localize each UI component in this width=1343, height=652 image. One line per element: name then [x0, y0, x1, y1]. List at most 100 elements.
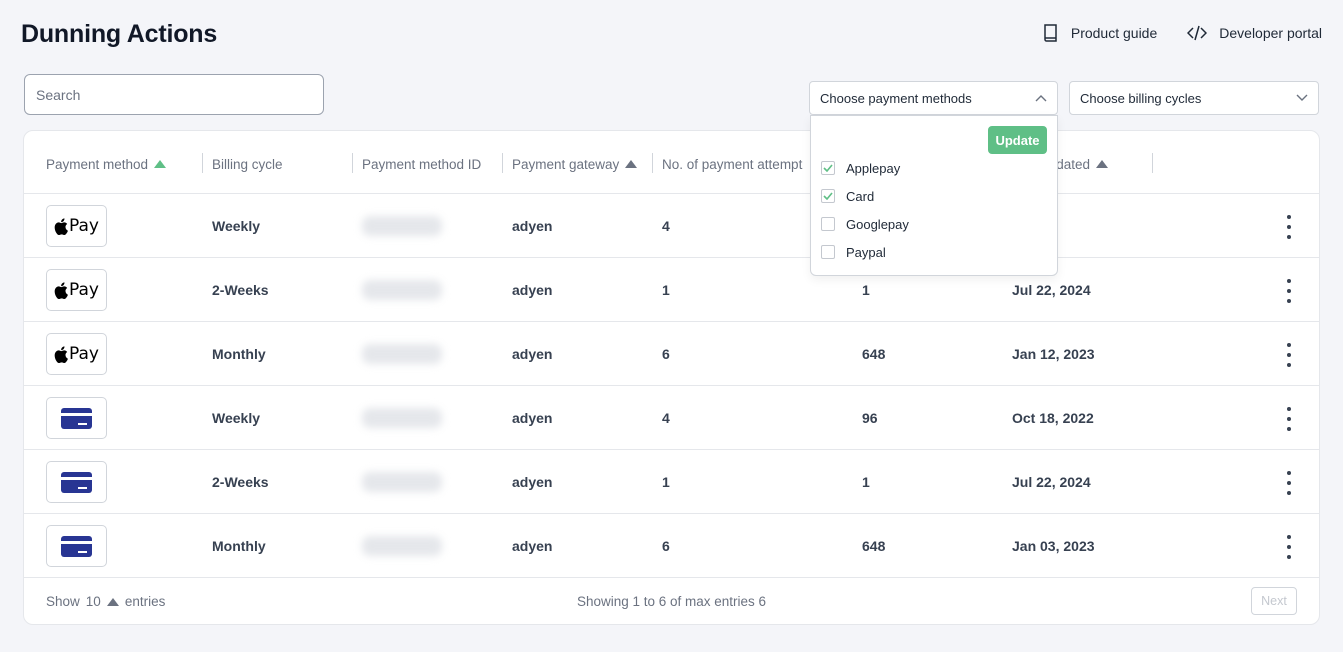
table-header: Payment method Billing cycle Payment met…: [24, 131, 1319, 194]
count-cell: 648: [862, 538, 886, 554]
row-actions-icon[interactable]: [1279, 215, 1299, 239]
payment-methods-placeholder: Choose payment methods: [820, 90, 972, 106]
credit-card-icon: [61, 471, 92, 493]
code-icon: [1187, 25, 1208, 41]
table-row: Pay Monthly adyen 6 648 Jan 12, 2023: [24, 322, 1319, 386]
payment-gateway-cell: adyen: [512, 218, 553, 234]
payment-method-id-redacted: [362, 344, 442, 364]
table-row: 2-Weeks adyen 1 1 Jul 22, 2024: [24, 450, 1319, 514]
checkbox-checked-icon[interactable]: [821, 161, 835, 175]
payment-methods-dropdown: Update Applepay Card Googlepay Paypal: [810, 115, 1058, 276]
payment-gateway-cell: adyen: [512, 474, 553, 490]
showing-entries-text: Showing 1 to 6 of max entries 6: [576, 594, 767, 609]
billing-cycle-cell: Weekly: [212, 410, 260, 426]
page-title: Dunning Actions: [21, 20, 218, 48]
payment-method-id-redacted: [362, 408, 442, 428]
checkbox-icon[interactable]: [821, 245, 835, 259]
column-billing-cycle[interactable]: Billing cycle: [212, 155, 283, 173]
payment-attempts-cell: 1: [662, 474, 670, 490]
payment-methods-select[interactable]: Choose payment methods: [809, 81, 1058, 115]
payment-method-id-redacted: [362, 472, 442, 492]
billing-cycle-cell: 2-Weeks: [212, 474, 269, 490]
payment-attempts-cell: 4: [662, 218, 670, 234]
column-payment-attempts[interactable]: No. of payment attempt: [662, 155, 810, 173]
table-row: Pay 2-Weeks adyen 1 1 Jul 22, 2024: [24, 258, 1319, 322]
column-payment-method-id[interactable]: Payment method ID: [362, 155, 481, 173]
row-actions-icon[interactable]: [1279, 535, 1299, 559]
sort-icon: [625, 160, 638, 168]
apple-pay-label: Pay: [69, 344, 99, 364]
payment-attempts-cell: 6: [662, 538, 670, 554]
search-input[interactable]: [24, 74, 324, 115]
payment-attempts-cell: 6: [662, 346, 670, 362]
header-links: Product guide Developer portal: [1043, 24, 1322, 42]
payment-method-badge: [46, 525, 107, 567]
payment-method-badge: [46, 397, 107, 439]
table-row: Weekly adyen 4 96 Oct 18, 2022: [24, 386, 1319, 450]
update-button[interactable]: Update: [988, 126, 1047, 154]
payment-gateway-cell: adyen: [512, 346, 553, 362]
payment-attempts-cell: 1: [662, 282, 670, 298]
table-footer: Show 10 entries Showing 1 to 6 of max en…: [24, 579, 1319, 624]
credit-card-icon: [61, 407, 92, 429]
row-actions-icon[interactable]: [1279, 407, 1299, 431]
book-icon: [1044, 24, 1057, 42]
apple-pay-label: Pay: [69, 216, 99, 236]
last-updated-cell: Jan 12, 2023: [1012, 346, 1095, 362]
checkbox-icon[interactable]: [821, 217, 835, 231]
chevron-up-icon: [1035, 95, 1047, 102]
billing-cycle-cell: Monthly: [212, 538, 266, 554]
chevron-down-icon: [1296, 94, 1308, 101]
payment-method-option[interactable]: Paypal: [821, 242, 886, 262]
row-actions-icon[interactable]: [1279, 279, 1299, 303]
payment-method-badge: Pay: [46, 333, 107, 375]
last-updated-cell: Jul 22, 2024: [1012, 474, 1091, 490]
payment-method-badge: Pay: [46, 269, 107, 311]
apple-pay-label: Pay: [69, 280, 99, 300]
payment-gateway-cell: adyen: [512, 538, 553, 554]
option-label: Paypal: [846, 244, 886, 260]
payment-method-badge: [46, 461, 107, 503]
payment-attempts-cell: 4: [662, 410, 670, 426]
sort-asc-icon: [154, 160, 167, 168]
payment-gateway-cell: adyen: [512, 282, 553, 298]
count-cell: 96: [862, 410, 878, 426]
payment-method-option[interactable]: Applepay: [821, 158, 900, 178]
payment-method-option[interactable]: Card: [821, 186, 874, 206]
developer-portal-link[interactable]: Developer portal: [1187, 25, 1322, 41]
sort-icon: [1096, 160, 1109, 168]
payment-method-id-redacted: [362, 216, 442, 236]
payment-method-id-redacted: [362, 280, 442, 300]
option-label: Card: [846, 188, 875, 204]
billing-cycles-placeholder: Choose billing cycles: [1080, 90, 1202, 106]
option-label: Googlepay: [846, 216, 909, 232]
option-label: Applepay: [846, 160, 901, 176]
column-payment-gateway[interactable]: Payment gateway: [512, 155, 638, 173]
last-updated-cell: Jan 03, 2023: [1012, 538, 1095, 554]
developer-portal-label: Developer portal: [1219, 25, 1322, 41]
billing-cycle-cell: Weekly: [212, 218, 260, 234]
next-page-button[interactable]: Next: [1251, 587, 1297, 615]
row-actions-icon[interactable]: [1279, 343, 1299, 367]
product-guide-link[interactable]: Product guide: [1043, 24, 1157, 42]
table-row: PayWeeklyadyen42023: [24, 194, 1319, 258]
dunning-table-card: Payment method Billing cycle Payment met…: [23, 130, 1320, 625]
count-cell: 1: [862, 474, 870, 490]
payment-method-id-redacted: [362, 536, 442, 556]
billing-cycle-cell: 2-Weeks: [212, 282, 269, 298]
apple-pay-icon: Pay: [54, 280, 99, 300]
payment-method-option[interactable]: Googlepay: [821, 214, 909, 234]
product-guide-label: Product guide: [1070, 25, 1158, 41]
apple-pay-icon: Pay: [54, 344, 99, 364]
payment-method-badge: Pay: [46, 205, 107, 247]
table-row: Monthly adyen 6 648 Jan 03, 2023: [24, 514, 1319, 578]
payment-gateway-cell: adyen: [512, 410, 553, 426]
apple-pay-icon: Pay: [54, 216, 99, 236]
column-payment-method[interactable]: Payment method: [46, 155, 167, 173]
count-cell: 648: [862, 346, 886, 362]
billing-cycle-cell: Monthly: [212, 346, 266, 362]
last-updated-cell: Oct 18, 2022: [1012, 410, 1094, 426]
billing-cycles-select[interactable]: Choose billing cycles: [1069, 81, 1319, 115]
checkbox-checked-icon[interactable]: [821, 189, 835, 203]
row-actions-icon[interactable]: [1279, 471, 1299, 495]
